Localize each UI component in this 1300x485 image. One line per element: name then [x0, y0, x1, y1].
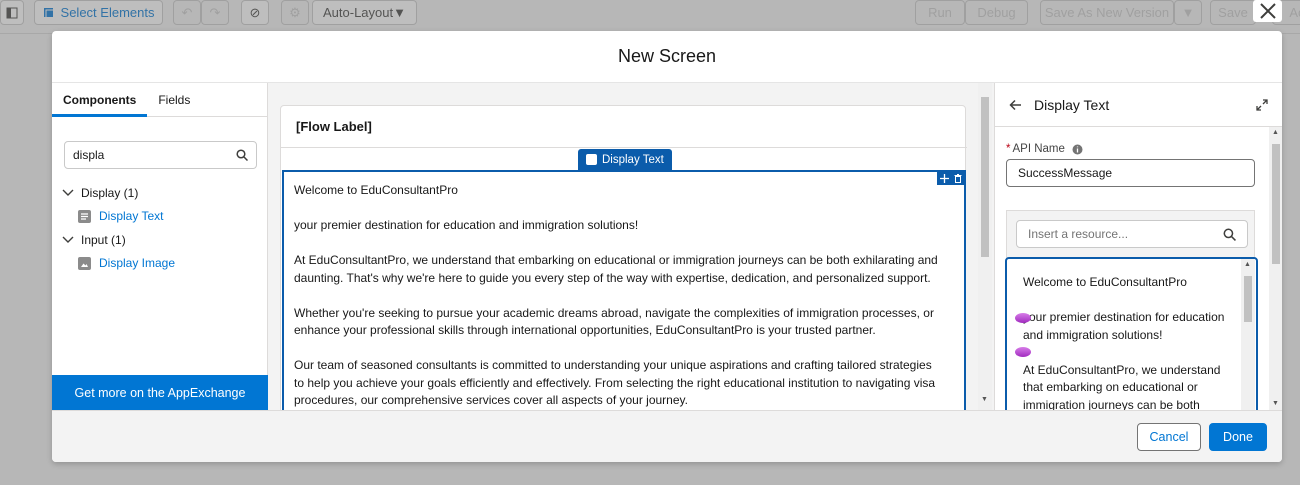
close-modal-button[interactable]: [1253, 0, 1282, 22]
divider: [281, 147, 967, 148]
chevron-down-icon: [62, 189, 78, 197]
api-name-label: * API Name: [1006, 143, 1083, 155]
cancel-label: Cancel: [1149, 430, 1189, 444]
cursor-marker-icon: [1015, 347, 1031, 357]
scroll-up-arrow[interactable]: ▲: [1272, 129, 1279, 136]
back-arrow-icon[interactable]: [1009, 99, 1022, 111]
tree-group-display[interactable]: Display (1): [62, 181, 262, 205]
text-paragraph: Welcome to EduConsultantPro: [294, 183, 458, 197]
tab-fields[interactable]: Fields: [147, 83, 201, 116]
rich-text-content: Welcome to EduConsultantPro your premier…: [1023, 274, 1228, 415]
properties-header: Display Text: [995, 83, 1282, 127]
modal-header: New Screen: [52, 31, 1282, 83]
search-icon: [236, 149, 248, 161]
canvas-scrollbar[interactable]: ▼: [978, 83, 992, 410]
rich-text-body[interactable]: Welcome to EduConsultantPro your premier…: [1005, 257, 1258, 417]
properties-title: Display Text: [1034, 96, 1110, 113]
api-name-label-text: API Name: [1012, 143, 1065, 155]
scrollbar-thumb[interactable]: [1272, 144, 1280, 264]
appexchange-label: Get more on the AppExchange: [74, 385, 246, 400]
text-paragraph: your premier destination for education a…: [294, 218, 639, 232]
done-button[interactable]: Done: [1209, 423, 1267, 451]
display-text-component[interactable]: Welcome to EduConsultantPro your premier…: [282, 170, 966, 420]
cancel-button[interactable]: Cancel: [1137, 423, 1201, 451]
component-search-value: displa: [73, 148, 105, 162]
flow-label: [Flow Label]: [296, 119, 372, 134]
tab-components[interactable]: Components: [52, 83, 148, 117]
cursor-marker-icon: [1015, 313, 1031, 323]
expand-icon[interactable]: [1256, 98, 1268, 111]
done-label: Done: [1223, 430, 1253, 444]
screen-canvas: [Flow Label] Display Text Welcome to Edu…: [268, 83, 992, 420]
properties-scrollbar[interactable]: ▲ ▼: [1269, 127, 1282, 410]
insert-resource-input[interactable]: Insert a resource...: [1016, 220, 1248, 248]
components-panel: Components Fields displa Display (1) Dis…: [52, 83, 268, 410]
search-icon: [1223, 228, 1236, 241]
tab-fields-label: Fields: [158, 93, 191, 107]
component-actions: [937, 172, 964, 185]
resource-placeholder: Insert a resource...: [1028, 227, 1129, 241]
component-search-input[interactable]: displa: [64, 141, 257, 169]
text-paragraph: Our team of seasoned consultants is comm…: [294, 358, 936, 407]
appexchange-link[interactable]: Get more on the AppExchange: [52, 375, 268, 410]
tab-components-label: Components: [63, 93, 137, 107]
selected-component-tag: Display Text: [578, 149, 672, 170]
editor-paragraph: Welcome to EduConsultantPro: [1023, 275, 1187, 289]
tree-group-input[interactable]: Input (1): [62, 228, 262, 252]
scrollbar-thumb[interactable]: [1244, 276, 1252, 322]
tree-group-label: Display (1): [81, 185, 139, 200]
delete-icon[interactable]: [954, 174, 962, 183]
component-display-text[interactable]: Display Text: [62, 205, 262, 229]
scrollbar-thumb[interactable]: [981, 97, 989, 257]
move-icon[interactable]: [939, 174, 949, 183]
display-text-content: Welcome to EduConsultantPro your premier…: [294, 182, 939, 427]
panel-tabs: Components Fields: [52, 83, 267, 117]
selected-component-label: Display Text: [602, 153, 664, 166]
screen-preview-card: [Flow Label] Display Text Welcome to Edu…: [280, 105, 967, 420]
required-marker: *: [1006, 143, 1011, 155]
scroll-down-arrow[interactable]: ▼: [1272, 400, 1279, 407]
component-tree: Display (1) Display Text Input (1) Displ…: [62, 181, 262, 275]
scroll-down-arrow[interactable]: ▼: [981, 396, 989, 404]
chevron-down-icon: [62, 236, 78, 244]
modal-footer: Cancel Done: [52, 410, 1282, 462]
display-text-icon: [586, 154, 597, 165]
component-label: Display Text: [99, 209, 164, 224]
new-screen-modal: New Screen Components Fields displa Disp…: [52, 31, 1282, 462]
editor-paragraph: your premier destination for education a…: [1023, 310, 1225, 342]
info-icon[interactable]: [1072, 144, 1083, 155]
close-icon: [1259, 3, 1276, 19]
api-name-input[interactable]: SuccessMessage: [1006, 159, 1255, 187]
component-label: Display Image: [99, 256, 176, 271]
rich-text-editor: Insert a resource... Welcome to EduConsu…: [1005, 210, 1258, 420]
text-paragraph: At EduConsultantPro, we understand that …: [294, 253, 938, 285]
scroll-up-arrow[interactable]: ▲: [1244, 261, 1251, 268]
properties-panel: Display Text * API Name SuccessMessage I…: [994, 83, 1282, 420]
display-image-icon: [78, 256, 91, 270]
editor-paragraph: At EduConsultantPro, we understand that …: [1023, 362, 1221, 412]
modal-body: Components Fields displa Display (1) Dis…: [52, 83, 1282, 420]
text-paragraph: Whether you're seeking to pursue your ac…: [294, 305, 934, 338]
tree-group-label: Input (1): [81, 232, 126, 247]
modal-title: New Screen: [617, 46, 717, 66]
component-display-image[interactable]: Display Image: [62, 252, 262, 276]
api-name-value: SuccessMessage: [1018, 166, 1113, 180]
editor-scrollbar[interactable]: ▲: [1241, 259, 1255, 415]
display-text-icon: [78, 209, 91, 223]
